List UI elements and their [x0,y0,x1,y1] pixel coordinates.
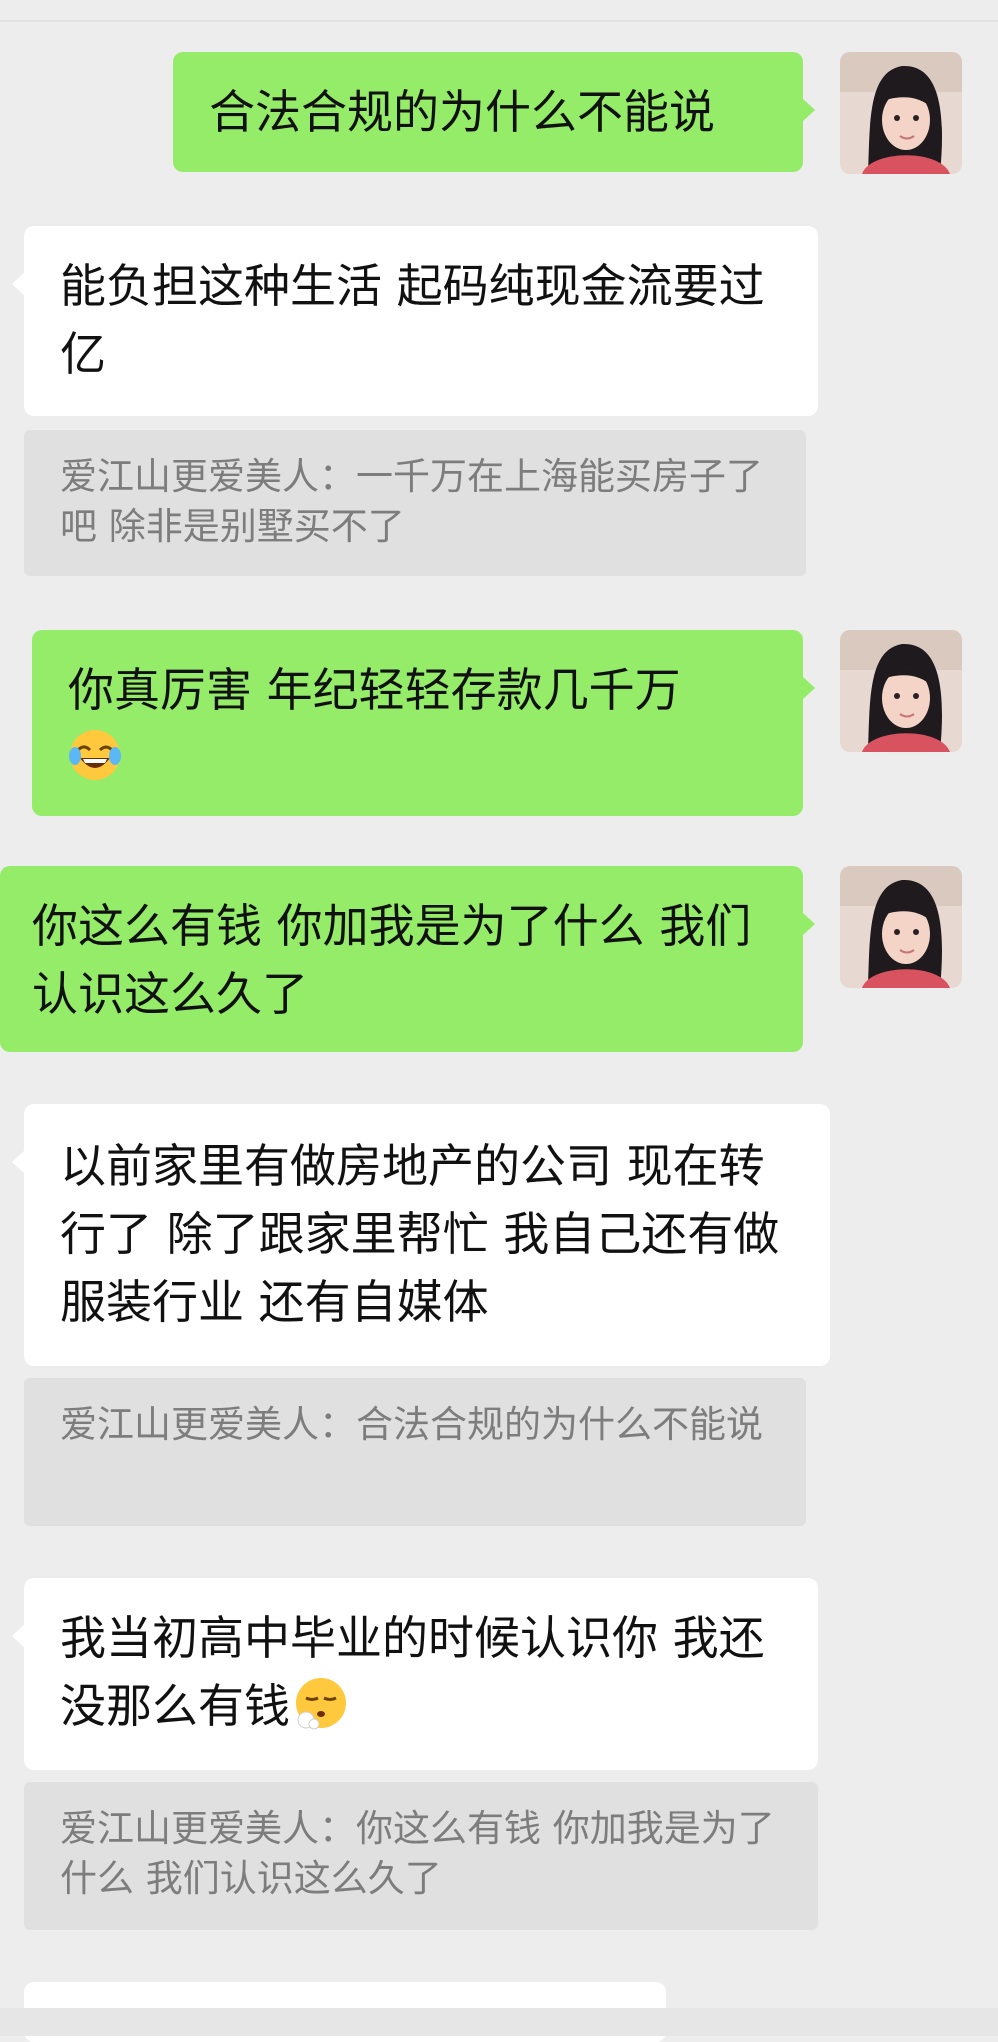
laughing-crying-emoji-icon [68,728,122,782]
received-message-bubble[interactable]: 我当初高中毕业的时候认识你 我还没那么有钱 [12,1578,818,1770]
received-message-bubble[interactable]: 能负担这种生活 起码纯现金流要过亿 [12,226,818,416]
message-text: 以前家里有做房地产的公司 现在转行了 除了跟家里帮忙 我自己还有做服装行业 还有… [60,1139,780,1329]
quoted-reply[interactable]: 爱江山更爱美人：合法合规的为什么不能说 [24,1378,806,1526]
sighing-face-emoji-icon [294,1676,348,1730]
quote-text: 爱江山更爱美人：你这么有钱 你加我是为了什么 我们认识这么久了 [60,1807,775,1900]
message-text: 你这么有钱 你加我是为了什么 我们认识这么久了 [32,899,752,1021]
sent-message-bubble[interactable]: 你这么有钱 你加我是为了什么 我们认识这么久了 [0,866,815,1052]
top-divider [0,20,998,22]
user-avatar[interactable] [840,52,962,174]
user-avatar[interactable] [840,866,962,988]
sent-message-bubble[interactable]: 合法合规的为什么不能说 [173,52,815,172]
message-text: 我当初高中毕业的时候认识你 我还没那么有钱 [60,1611,765,1733]
quoted-reply[interactable]: 爱江山更爱美人：你这么有钱 你加我是为了什么 我们认识这么久了 [24,1782,818,1930]
quote-text: 爱江山更爱美人：一千万在上海能买房子了吧 除非是别墅买不了 [60,455,763,548]
message-text: 能负担这种生活 起码纯现金流要过亿 [60,259,765,381]
bottom-bar [0,2008,998,2036]
quote-text: 爱江山更爱美人：合法合规的为什么不能说 [60,1403,763,1446]
received-message-bubble[interactable]: 以前家里有做房地产的公司 现在转行了 除了跟家里帮忙 我自己还有做服装行业 还有… [12,1104,830,1366]
user-avatar[interactable] [840,630,962,752]
message-text: 你真厉害 年纪轻轻存款几千万 [68,663,681,717]
quoted-reply[interactable]: 爱江山更爱美人：一千万在上海能买房子了吧 除非是别墅买不了 [24,430,806,576]
sent-message-bubble[interactable]: 你真厉害 年纪轻轻存款几千万 [32,630,815,816]
message-text: 合法合规的为什么不能说 [209,85,715,139]
